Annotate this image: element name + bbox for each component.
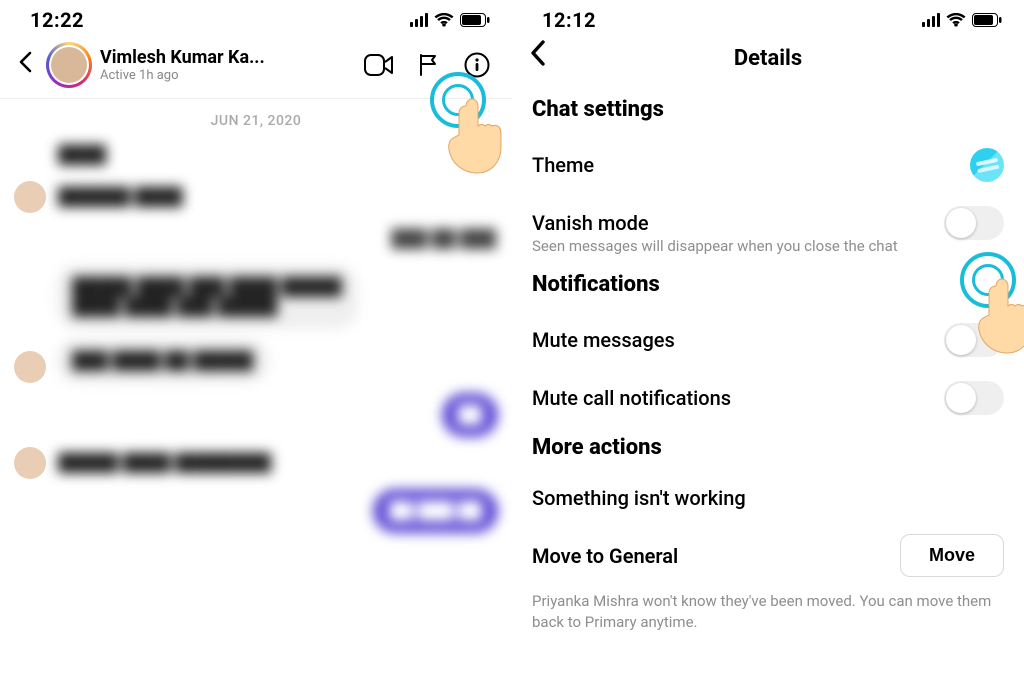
message-bubble[interactable]: ███ ██ ███ [389,223,498,255]
sender-avatar[interactable] [14,447,46,479]
contact-name: Vimlesh Kumar Ka... [100,47,348,68]
message-row[interactable]: ██ [14,393,498,437]
details-screen: 12:12 Details Chat settings Theme Vanish… [512,0,1024,682]
back-button[interactable] [524,40,552,73]
mute-calls-row: Mute call notifications [532,369,1004,427]
message-row[interactable]: ██ ███ ██ [14,489,498,533]
message-bubble[interactable]: █████ ████ ███ ████ █████████ ████ ███ █… [56,265,358,329]
chat-title-block[interactable]: Vimlesh Kumar Ka... Active 1h ago [100,47,348,83]
theme-row[interactable]: Theme [532,136,1004,194]
message-bubble[interactable]: █████ ████ ████████ [56,447,273,479]
battery-icon [972,13,1002,27]
mute-messages-toggle[interactable] [944,323,1004,357]
vanish-mode-subtitle: Seen messages will disappear when you cl… [532,236,1004,256]
message-list[interactable]: ████ ██████ ████ ███ ██ ███ █████ ████ █… [0,139,512,533]
message-bubble[interactable]: ██████ ████ [56,181,185,213]
mute-messages-label: Mute messages [532,328,675,352]
date-separator: JUN 21, 2020 [0,99,512,139]
status-icons [922,13,1002,28]
section-heading: More actions [532,427,1004,474]
move-general-row: Move to General Move [532,522,1004,589]
vanish-mode-row: Vanish mode Seen messages will disappear… [532,194,1004,256]
section-heading: Chat settings [532,89,1004,136]
mute-calls-toggle[interactable] [944,381,1004,415]
theme-label: Theme [532,153,594,177]
message-row[interactable]: █████ ████ ███ ████ █████████ ████ ███ █… [14,265,498,329]
info-button[interactable] [456,48,498,82]
vanish-mode-toggle[interactable] [944,206,1004,240]
message-row[interactable]: ██████ ████ [14,181,498,213]
not-working-row[interactable]: Something isn't working [532,474,1004,522]
mute-calls-label: Mute call notifications [532,386,731,410]
battery-icon [460,13,490,27]
section-heading: Notifications [532,264,1004,311]
mute-messages-row: Mute messages [532,311,1004,369]
status-time: 12:22 [30,8,84,32]
wifi-icon [946,13,966,28]
chat-header: Vimlesh Kumar Ka... Active 1h ago [0,36,512,99]
message-row[interactable]: ███ ████ ██ █████ [14,339,498,383]
move-footnote: Priyanka Mishra won't know they've been … [512,589,1024,632]
wifi-icon [434,13,454,28]
sender-avatar[interactable] [14,181,46,213]
message-row[interactable]: ███ ██ ███ [14,223,498,255]
sender-avatar[interactable] [14,351,46,383]
move-button[interactable]: Move [900,534,1004,577]
status-bar: 12:12 [512,0,1024,36]
message-row[interactable]: █████ ████ ████████ [14,447,498,479]
cellular-icon [922,13,940,27]
details-header: Details [512,36,1024,89]
message-bubble[interactable]: ████ [56,139,108,171]
cellular-icon [410,13,428,27]
status-bar: 12:22 [0,0,512,36]
contact-status: Active 1h ago [100,68,348,83]
back-button[interactable] [12,50,38,80]
page-title: Details [734,46,802,71]
status-time: 12:12 [542,8,596,32]
message-bubble[interactable]: ██ ███ ██ [373,489,498,533]
video-call-button[interactable] [356,50,402,80]
not-working-label: Something isn't working [532,486,746,510]
message-row[interactable]: ████ [14,139,498,171]
chat-screen: 12:22 Vimlesh Kumar Ka... Active 1h ago [0,0,512,682]
chat-settings-section: Chat settings Theme Vanish mode Seen mes… [512,89,1024,589]
message-bubble[interactable]: ███ ████ ██ █████ [56,339,269,383]
contact-avatar[interactable] [46,42,92,88]
message-bubble[interactable]: ██ [442,393,498,437]
theme-swatch-icon [970,148,1004,182]
vanish-mode-label: Vanish mode [532,211,649,235]
move-general-label: Move to General [532,544,678,568]
status-icons [410,13,490,28]
flag-button[interactable] [410,49,448,81]
